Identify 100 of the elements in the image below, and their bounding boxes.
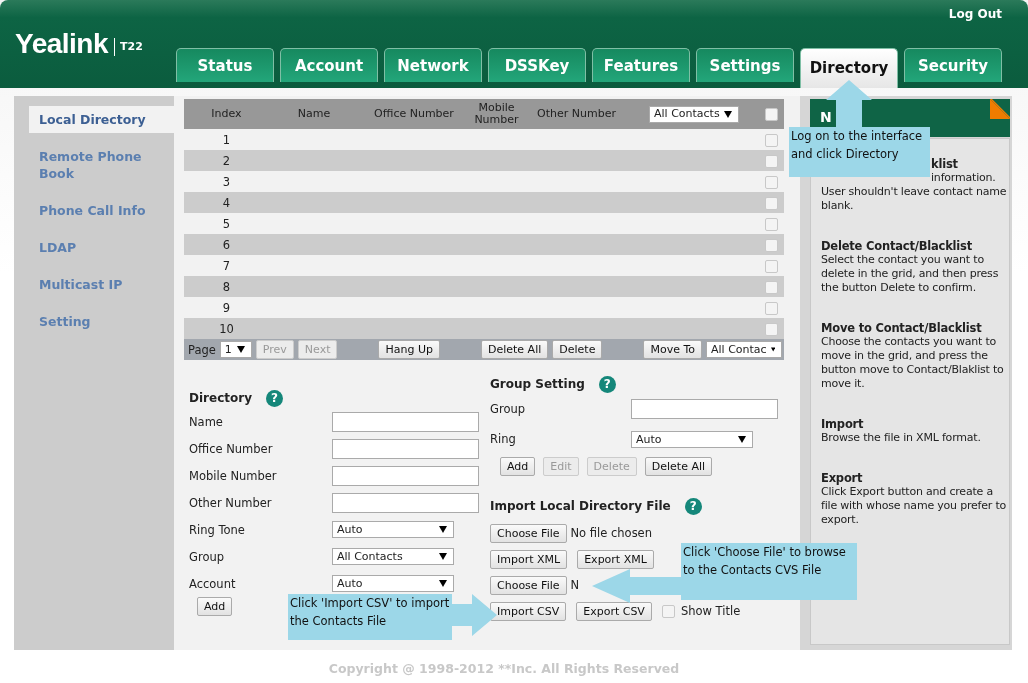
select-field[interactable]: Auto (332, 521, 454, 538)
row-checkbox[interactable] (765, 196, 778, 210)
file-status: N (570, 578, 580, 592)
note-text: Click Export button and create a file with whose name you prefer to export. (821, 485, 1007, 526)
index-cell: 7 (184, 255, 269, 276)
section-title: Import Local Directory File (490, 499, 671, 513)
index-cell: 8 (184, 276, 269, 297)
field-label: Group (490, 402, 526, 416)
note-text: Choose the contacts you want to move in the grid, and press the button move to Contact/Blaklist to move it. (821, 335, 1004, 390)
section-title: Group Setting (490, 377, 585, 391)
move-to-dropdown[interactable]: All Contac (706, 341, 782, 358)
note-text: information. (930, 171, 997, 185)
group-button[interactable]: Delete All (644, 457, 713, 476)
row-checkbox[interactable] (765, 238, 778, 252)
index-cell: 4 (184, 192, 269, 213)
pager-button[interactable]: Delete All (481, 340, 549, 359)
field-label: Ring Tone (189, 522, 246, 537)
pager-button[interactable]: Delete (552, 340, 603, 359)
index-cell: 5 (184, 213, 269, 234)
callout-tooltip: Click 'Import CSV' to import the Contacts File (288, 594, 452, 640)
caret-icon (724, 110, 732, 118)
caret-icon (439, 526, 447, 533)
column-header: Office Number (359, 99, 469, 129)
column-header: Index (184, 99, 269, 129)
index-cell: 3 (184, 171, 269, 192)
nav-tab[interactable]: Directory (800, 48, 898, 88)
caret-icon (439, 580, 447, 587)
input-field[interactable] (631, 399, 778, 419)
file-button[interactable]: Import XML (490, 549, 568, 569)
row-checkbox[interactable] (765, 280, 778, 294)
nav-tab[interactable]: Network (384, 48, 482, 82)
caret-icon (770, 346, 775, 353)
pager-button[interactable]: Hang Up (378, 340, 440, 359)
caret-icon (738, 435, 746, 443)
callout-tooltip: Log on to the interface and click Directory (789, 127, 930, 177)
nav-tab[interactable]: Features (592, 48, 690, 82)
logo: Yealink (15, 28, 108, 60)
nav-tab[interactable]: Settings (696, 48, 794, 82)
file-button[interactable]: Choose File (490, 523, 567, 543)
row-checkbox[interactable] (765, 301, 778, 315)
filter-dropdown[interactable]: All Contacts (649, 105, 739, 123)
select-field[interactable]: All Contacts (332, 548, 454, 565)
field-label: Mobile Number (189, 468, 278, 483)
nav-tab[interactable]: DSSKey (488, 48, 586, 82)
nav-tab[interactable]: Status (176, 48, 274, 82)
row-checkbox[interactable] (765, 175, 778, 189)
select-all-checkbox[interactable] (765, 107, 778, 121)
note-title: klist (930, 157, 959, 171)
model-label: T22 (114, 38, 143, 56)
row-checkbox[interactable] (765, 133, 778, 147)
show-title-checkbox[interactable] (661, 604, 675, 618)
help-icon[interactable]: ? (265, 389, 283, 407)
file-button[interactable]: Import CSV (490, 601, 567, 621)
page-label: Page (188, 342, 216, 357)
field-label: Office Number (189, 441, 274, 456)
file-button[interactable]: Export XML (577, 549, 654, 569)
nav-tab[interactable]: Security (904, 48, 1002, 82)
callout-arrow (452, 594, 497, 636)
pager-button[interactable]: Move To (643, 340, 702, 359)
index-cell: 1 (184, 129, 269, 150)
add-button[interactable]: Add (197, 597, 233, 616)
note-title: Import (821, 417, 865, 431)
index-cell: 6 (184, 234, 269, 255)
select-field[interactable]: Auto (631, 430, 753, 448)
input-field[interactable] (332, 411, 479, 432)
select-field[interactable]: Auto (332, 575, 454, 592)
row-checkbox[interactable] (765, 259, 778, 273)
page-dropdown[interactable]: 1 (219, 341, 252, 358)
file-button[interactable]: Export CSV (576, 601, 652, 621)
caret-icon (236, 346, 245, 353)
note-text: User shouldn't leave contact name blank. (821, 185, 1007, 212)
field-label: Group (189, 549, 225, 564)
row-checkbox[interactable] (765, 322, 778, 336)
column-header: Other Number (524, 99, 629, 129)
nav-tab[interactable]: Account (280, 48, 378, 82)
row-checkbox[interactable] (765, 154, 778, 168)
input-field[interactable] (332, 492, 479, 513)
checkbox-label: Show Title (680, 604, 741, 618)
row-checkbox[interactable] (765, 217, 778, 231)
column-header: Name (269, 99, 359, 129)
index-cell: 10 (184, 318, 269, 339)
callout-tooltip: Click 'Choose File' to browse to the Contacts CVS File (681, 543, 857, 600)
group-button[interactable]: Add (500, 457, 536, 476)
corner-fold-icon (990, 99, 1010, 119)
help-icon[interactable]: ? (598, 375, 616, 393)
input-field[interactable] (332, 465, 479, 486)
column-header: Mobile Number (469, 99, 524, 129)
note-text: Browse the file in XML format. (821, 431, 981, 444)
note-title: Delete Contact/Blacklist (821, 239, 974, 253)
help-icon[interactable]: ? (684, 497, 702, 515)
logout-link[interactable]: Log Out (948, 7, 1002, 21)
note-title: Export (821, 471, 864, 485)
file-button[interactable]: Choose File (490, 575, 567, 595)
field-label: Name (189, 414, 224, 429)
caret-icon (439, 553, 447, 560)
note-text: Select the contact you want to delete in the grid, and then press the button Delete to confirm. (821, 253, 999, 294)
field-label: Other Number (189, 495, 273, 510)
file-status: No file chosen (570, 526, 652, 540)
sidebar-item[interactable]: Local Directory (29, 106, 174, 133)
input-field[interactable] (332, 438, 479, 459)
